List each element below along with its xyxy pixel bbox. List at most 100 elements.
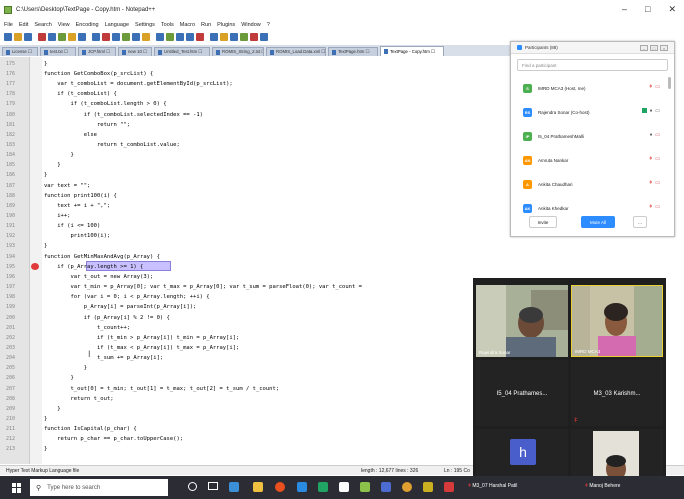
toolbar-button-icon[interactable] xyxy=(260,32,268,41)
video-tile-prathamesh[interactable]: I5_04 Prathames... xyxy=(476,360,568,426)
maximize-button[interactable]: □ xyxy=(645,4,650,15)
toolbar-button-icon[interactable] xyxy=(176,32,184,41)
bookmark-icon[interactable] xyxy=(31,263,39,270)
toolbar-button-icon[interactable] xyxy=(112,32,120,41)
toolbar-button-icon[interactable] xyxy=(92,32,100,41)
camera-off-icon[interactable]: ▭ xyxy=(655,132,660,138)
toolbar-button-icon[interactable] xyxy=(132,32,140,41)
editor-tab[interactable]: JCP.html ☐ xyxy=(78,47,116,56)
video-tile-rajendra[interactable]: Rajendra Sonar xyxy=(476,285,568,357)
toolbar-button-icon[interactable] xyxy=(186,32,194,41)
toolbar-button-icon[interactable] xyxy=(58,32,66,41)
menu-item-window[interactable]: Window xyxy=(241,22,261,28)
mic-icon[interactable]: ♦ xyxy=(650,108,653,114)
menu-item-language[interactable]: Language xyxy=(105,22,129,28)
menu-item-tools[interactable]: Tools xyxy=(161,22,174,28)
taskbar-item-harshal[interactable]: ǂ M3_07 Harshal Patil xyxy=(468,483,517,489)
firefox-icon[interactable] xyxy=(275,482,285,492)
menu-item-run[interactable]: Run xyxy=(201,22,211,28)
camera-off-icon[interactable]: ▭ xyxy=(655,84,660,90)
mic-muted-icon[interactable]: ǂ xyxy=(649,84,652,90)
editor-tab[interactable]: ROMIS_Load.Data.xml ☐ xyxy=(266,47,326,56)
mic-icon[interactable]: ♦ xyxy=(650,132,653,138)
participant-row[interactable]: A Ankita Chaudhari ǂ ▭ xyxy=(511,172,674,196)
toolbar-button-icon[interactable] xyxy=(166,32,174,41)
close-button[interactable]: ✕ xyxy=(668,4,676,15)
toolbar-button-icon[interactable] xyxy=(250,32,258,41)
camera-off-icon[interactable]: ▭ xyxy=(655,156,660,162)
code-line[interactable]: 193} xyxy=(0,242,684,252)
toolbar-button-icon[interactable] xyxy=(210,32,218,41)
editor-tab[interactable]: test.txt ☐ xyxy=(40,47,76,56)
toolbar-button-icon[interactable] xyxy=(24,32,32,41)
toolbar-button-icon[interactable] xyxy=(240,32,248,41)
menu-item-view[interactable]: View xyxy=(58,22,70,28)
participants-scrollbar[interactable] xyxy=(668,77,671,89)
notepad-icon[interactable] xyxy=(339,482,349,492)
toolbar-button-icon[interactable] xyxy=(122,32,130,41)
cortana-icon[interactable] xyxy=(188,482,197,491)
menu-item--[interactable]: ? xyxy=(267,22,270,28)
video-tile-karishma[interactable]: M3_03 Karishm... ǂ xyxy=(571,360,663,426)
minimize-button[interactable]: – xyxy=(622,4,627,15)
menu-item-macro[interactable]: Macro xyxy=(180,22,195,28)
toolbar-button-icon[interactable] xyxy=(102,32,110,41)
toolbar-button-icon[interactable] xyxy=(142,32,150,41)
toolbar-button-icon[interactable] xyxy=(38,32,46,41)
windows-start-icon[interactable] xyxy=(12,482,22,493)
menu-item-file[interactable]: File xyxy=(4,22,13,28)
file-explorer-icon[interactable] xyxy=(253,482,263,492)
toolbar-button-icon[interactable] xyxy=(196,32,204,41)
video-tile-imrd[interactable]: IMRD MCA3 xyxy=(571,285,663,357)
edge-icon[interactable] xyxy=(318,482,328,492)
panel-minimize-button[interactable]: – xyxy=(640,45,648,51)
camera-off-icon[interactable]: ▭ xyxy=(655,180,660,186)
notepad-plus-task-icon[interactable] xyxy=(360,482,370,492)
camera-off-icon[interactable]: ▭ xyxy=(655,204,660,210)
taskbar-search-input[interactable]: ⚲ Type here to search xyxy=(30,479,168,496)
mic-muted-icon[interactable]: ǂ xyxy=(649,156,652,162)
toolbar-button-icon[interactable] xyxy=(14,32,22,41)
editor-tab[interactable]: TextPage.htm ☐ xyxy=(328,47,378,56)
participant-row[interactable]: IP I5_04 PrathameshMalli ♦ ▭ xyxy=(511,124,674,148)
camera-icon[interactable]: ▭ xyxy=(655,108,660,114)
menu-item-settings[interactable]: Settings xyxy=(135,22,155,28)
menu-item-encoding[interactable]: Encoding xyxy=(76,22,99,28)
chrome-icon[interactable] xyxy=(402,482,412,492)
mic-muted-icon[interactable]: ǂ xyxy=(649,180,652,186)
panel-close-button[interactable]: × xyxy=(660,45,668,51)
task-view-icon[interactable] xyxy=(208,482,218,490)
editor-tab[interactable]: ROMIS_String_2.txt ☐ xyxy=(212,47,264,56)
editor-tab[interactable]: Untitled_Test.htm ☐ xyxy=(154,47,210,56)
toolbar-button-icon[interactable] xyxy=(78,32,86,41)
participant-row[interactable]: S IMRD MCA3 (Host, me) ǂ ▭ xyxy=(511,76,674,100)
pdf-reader-icon[interactable] xyxy=(444,482,454,492)
menu-item-edit[interactable]: Edit xyxy=(19,22,28,28)
code-line[interactable]: 195 if (p_Array.length >= 1) { xyxy=(0,261,684,272)
more-options-button[interactable]: ... xyxy=(633,216,647,228)
sticky-notes-icon[interactable] xyxy=(423,482,433,492)
menu-item-search[interactable]: Search xyxy=(34,22,51,28)
store-icon[interactable] xyxy=(229,482,239,492)
toolbar-button-icon[interactable] xyxy=(4,32,12,41)
toolbar-button-icon[interactable] xyxy=(230,32,238,41)
participant-row[interactable]: AN Amruta Nankar ǂ ▭ xyxy=(511,148,674,172)
teams-icon[interactable] xyxy=(381,482,391,492)
mail-icon[interactable] xyxy=(297,482,307,492)
toolbar-button-icon[interactable] xyxy=(48,32,56,41)
code-line[interactable]: 194 function GetMinMaxAndAvg(p_Array) { xyxy=(0,252,684,262)
mute-all-button[interactable]: Mute All xyxy=(581,216,615,228)
invite-button[interactable]: Invite xyxy=(529,216,557,228)
editor-tab[interactable]: TextPage - Copy.htm ☐ xyxy=(380,46,444,56)
mic-muted-icon[interactable]: ǂ xyxy=(649,204,652,210)
find-participant-input[interactable]: Find a participant xyxy=(517,59,668,71)
toolbar-button-icon[interactable] xyxy=(220,32,228,41)
menu-item-plugins[interactable]: Plugins xyxy=(217,22,235,28)
participant-row[interactable]: RS Rajendra Sonar (Co-host) ♦ ▭ xyxy=(511,100,674,124)
toolbar-button-icon[interactable] xyxy=(68,32,76,41)
panel-popout-button[interactable]: □ xyxy=(650,45,658,51)
editor-tab[interactable]: new 10 ☐ xyxy=(118,47,152,56)
editor-tab[interactable]: License ☐ xyxy=(2,47,38,56)
taskbar-item-manoj[interactable]: ǂ Manoj Behere xyxy=(585,483,620,489)
toolbar-button-icon[interactable] xyxy=(156,32,164,41)
